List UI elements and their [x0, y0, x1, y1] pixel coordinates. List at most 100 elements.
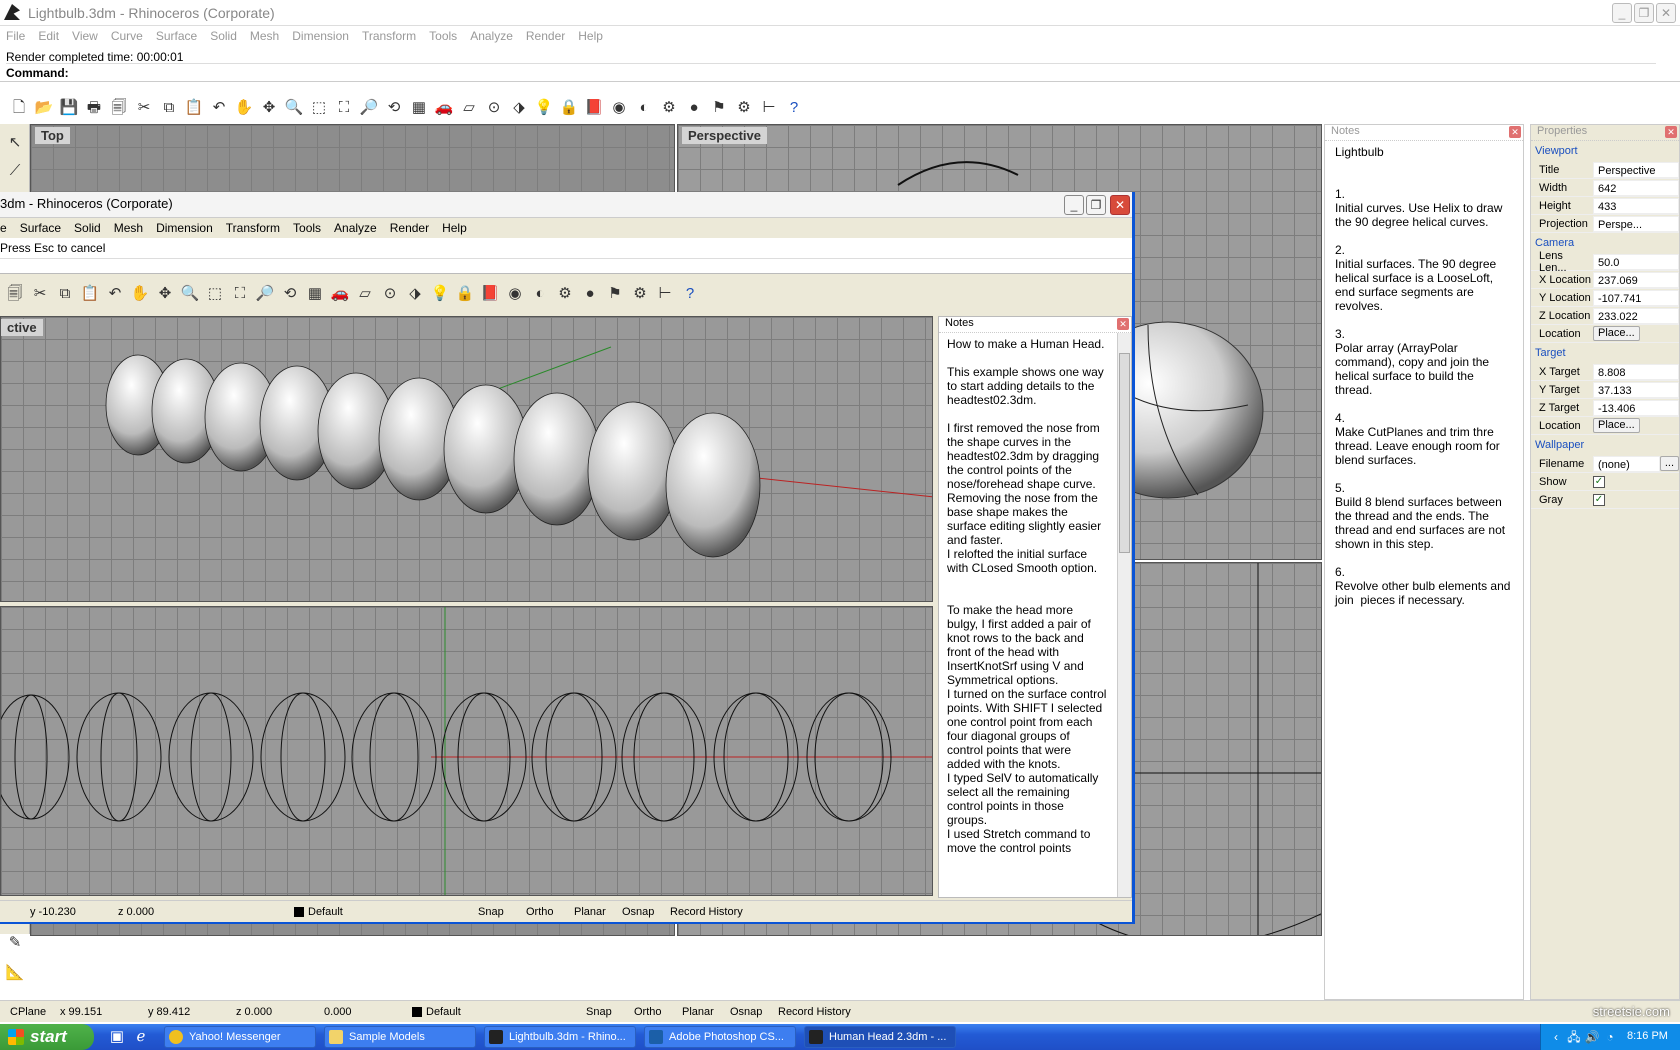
notes-text-back[interactable]: Lightbulb 1. Initial curves. Use Helix t… [1325, 141, 1523, 611]
prop-width[interactable]: 642 [1593, 179, 1679, 196]
front-status-snap[interactable]: Snap [478, 906, 526, 918]
front-window-titlebar[interactable]: 3dm - Rhinoceros (Corporate) _ ❐ ✕ [0, 192, 1132, 218]
status-snap[interactable]: Snap [586, 1006, 634, 1018]
prop-y-target[interactable]: 37.133 [1593, 381, 1679, 398]
show-checkbox[interactable]: ✓ [1593, 475, 1605, 488]
layer-icon[interactable]: 📕 [583, 97, 605, 119]
new-icon[interactable]: 🗋 [8, 97, 30, 119]
lock-icon[interactable]: 🔒 [558, 97, 580, 119]
front-status-osnap[interactable]: Osnap [622, 906, 670, 918]
print-icon[interactable]: 🖶 [83, 97, 105, 119]
front-minimize-button[interactable]: _ [1064, 195, 1084, 215]
prop-x-location[interactable]: 237.069 [1593, 271, 1679, 288]
template-icon[interactable]: 🗐 [108, 97, 130, 119]
front-light-icon[interactable]: 💡 [429, 283, 451, 305]
select-icon[interactable]: ⬗ [508, 97, 530, 119]
status-layer[interactable]: Default [426, 1006, 586, 1018]
ruler-icon[interactable]: 📐 [4, 962, 26, 984]
zoom-selected-icon[interactable]: 🔎 [358, 97, 380, 119]
target-place-button[interactable]: Place... [1593, 418, 1640, 433]
prop-y-location[interactable]: -107.741 [1593, 289, 1679, 306]
task-lightbulb[interactable]: Lightbulb.3dm - Rhino... [484, 1026, 636, 1048]
front-zoom-window-icon[interactable]: ⬚ [204, 283, 226, 305]
polyline-icon[interactable]: ⟋ [4, 160, 26, 182]
menu-analyze[interactable]: Analyze [470, 29, 513, 43]
viewport-top-label[interactable]: Top [35, 127, 70, 144]
status-record-history[interactable]: Record History [778, 1006, 878, 1018]
front-paste-icon[interactable]: 📋 [79, 283, 101, 305]
command-prompt[interactable]: Command: [6, 66, 69, 80]
help-icon[interactable]: ? [783, 97, 805, 119]
front-command-prompt[interactable] [0, 258, 1132, 272]
front-sphere-icon[interactable]: ● [579, 283, 601, 305]
cut-icon[interactable]: ✂ [133, 97, 155, 119]
menu-file[interactable]: File [6, 29, 25, 43]
front-cplane-icon[interactable]: ▱ [354, 283, 376, 305]
front-undo-icon[interactable]: ↶ [104, 283, 126, 305]
dimension-icon[interactable]: ⊢ [758, 97, 780, 119]
front-status-record-history[interactable]: Record History [670, 906, 770, 918]
edit-icon[interactable]: ✎ [4, 932, 26, 954]
prop-height[interactable]: 433 [1593, 197, 1679, 214]
prop-z-target[interactable]: -13.406 [1593, 399, 1679, 416]
front-rotate-view-icon[interactable]: ✥ [154, 283, 176, 305]
menu-dimension[interactable]: Dimension [292, 29, 349, 43]
cplane-icon[interactable]: ▱ [458, 97, 480, 119]
status-osnap[interactable]: Osnap [730, 1006, 778, 1018]
front-layer-icon[interactable]: 📕 [479, 283, 501, 305]
front-zoom-icon[interactable]: 🔍 [179, 283, 201, 305]
save-icon[interactable]: 💾 [58, 97, 80, 119]
flag-icon[interactable]: ⚑ [708, 97, 730, 119]
front-viewport-front[interactable] [0, 606, 933, 896]
start-button[interactable]: start [0, 1024, 94, 1050]
menu-help[interactable]: Help [578, 29, 603, 43]
options-icon[interactable]: ⚙ [733, 97, 755, 119]
prop-z-location[interactable]: 233.022 [1593, 307, 1679, 324]
front-menu-mesh[interactable]: Mesh [114, 221, 143, 235]
menu-edit[interactable]: Edit [38, 29, 59, 43]
front-copy-icon[interactable]: ⧉ [54, 283, 76, 305]
front-flag-icon[interactable]: ⚑ [604, 283, 626, 305]
notes-text-front[interactable]: How to make a Human Head. This example s… [939, 333, 1115, 895]
osnap-icon[interactable]: ⊙ [483, 97, 505, 119]
front-help-icon[interactable]: ? [679, 283, 701, 305]
undo-icon[interactable]: ↶ [208, 97, 230, 119]
front-zoom-extents-icon[interactable]: ⛶ [229, 283, 251, 305]
menu-mesh[interactable]: Mesh [250, 29, 279, 43]
front-menu-render[interactable]: Render [390, 221, 429, 235]
menu-surface[interactable]: Surface [156, 29, 197, 43]
notes-scrollbar[interactable] [1117, 333, 1131, 897]
maximize-button[interactable]: ❐ [1634, 3, 1654, 23]
front-menu-dimension[interactable]: Dimension [156, 221, 213, 235]
pointer-icon[interactable]: ↖ [4, 132, 26, 154]
menu-solid[interactable]: Solid [210, 29, 237, 43]
front-zoom-selected-icon[interactable]: 🔎 [254, 283, 276, 305]
front-viewport-perspective[interactable]: ctive [0, 316, 933, 602]
properties-close-button[interactable]: ✕ [1665, 126, 1677, 138]
open-icon[interactable]: 📂 [33, 97, 55, 119]
menu-render[interactable]: Render [526, 29, 565, 43]
zoom-icon[interactable]: 🔍 [283, 97, 305, 119]
front-menu-view[interactable]: e [0, 221, 7, 235]
minimize-button[interactable]: _ [1612, 3, 1632, 23]
prop-projection[interactable]: Perspe... [1593, 215, 1679, 232]
prop-x-target[interactable]: 8.808 [1593, 363, 1679, 380]
shade-icon[interactable]: ◐ [633, 97, 655, 119]
front-color-icon[interactable]: ◉ [504, 283, 526, 305]
light-icon[interactable]: 💡 [533, 97, 555, 119]
copy-icon[interactable]: ⧉ [158, 97, 180, 119]
menu-tools[interactable]: Tools [429, 29, 457, 43]
task-human-head[interactable]: Human Head 2.3dm - ... [804, 1026, 956, 1048]
task-yahoo-messenger[interactable]: Yahoo! Messenger [164, 1026, 316, 1048]
rotate-view-icon[interactable]: ✥ [258, 97, 280, 119]
menu-view[interactable]: View [72, 29, 98, 43]
prop-lens[interactable]: 50.0 [1593, 253, 1679, 270]
front-select-icon[interactable]: ⬗ [404, 283, 426, 305]
front-menu-transform[interactable]: Transform [226, 221, 280, 235]
close-button[interactable]: ✕ [1656, 3, 1676, 23]
sphere-icon[interactable]: ● [683, 97, 705, 119]
ie-icon[interactable]: ℯ [130, 1026, 152, 1048]
front-menu-solid[interactable]: Solid [74, 221, 101, 235]
menu-curve[interactable]: Curve [111, 29, 143, 43]
zoom-window-icon[interactable]: ⬚ [308, 97, 330, 119]
